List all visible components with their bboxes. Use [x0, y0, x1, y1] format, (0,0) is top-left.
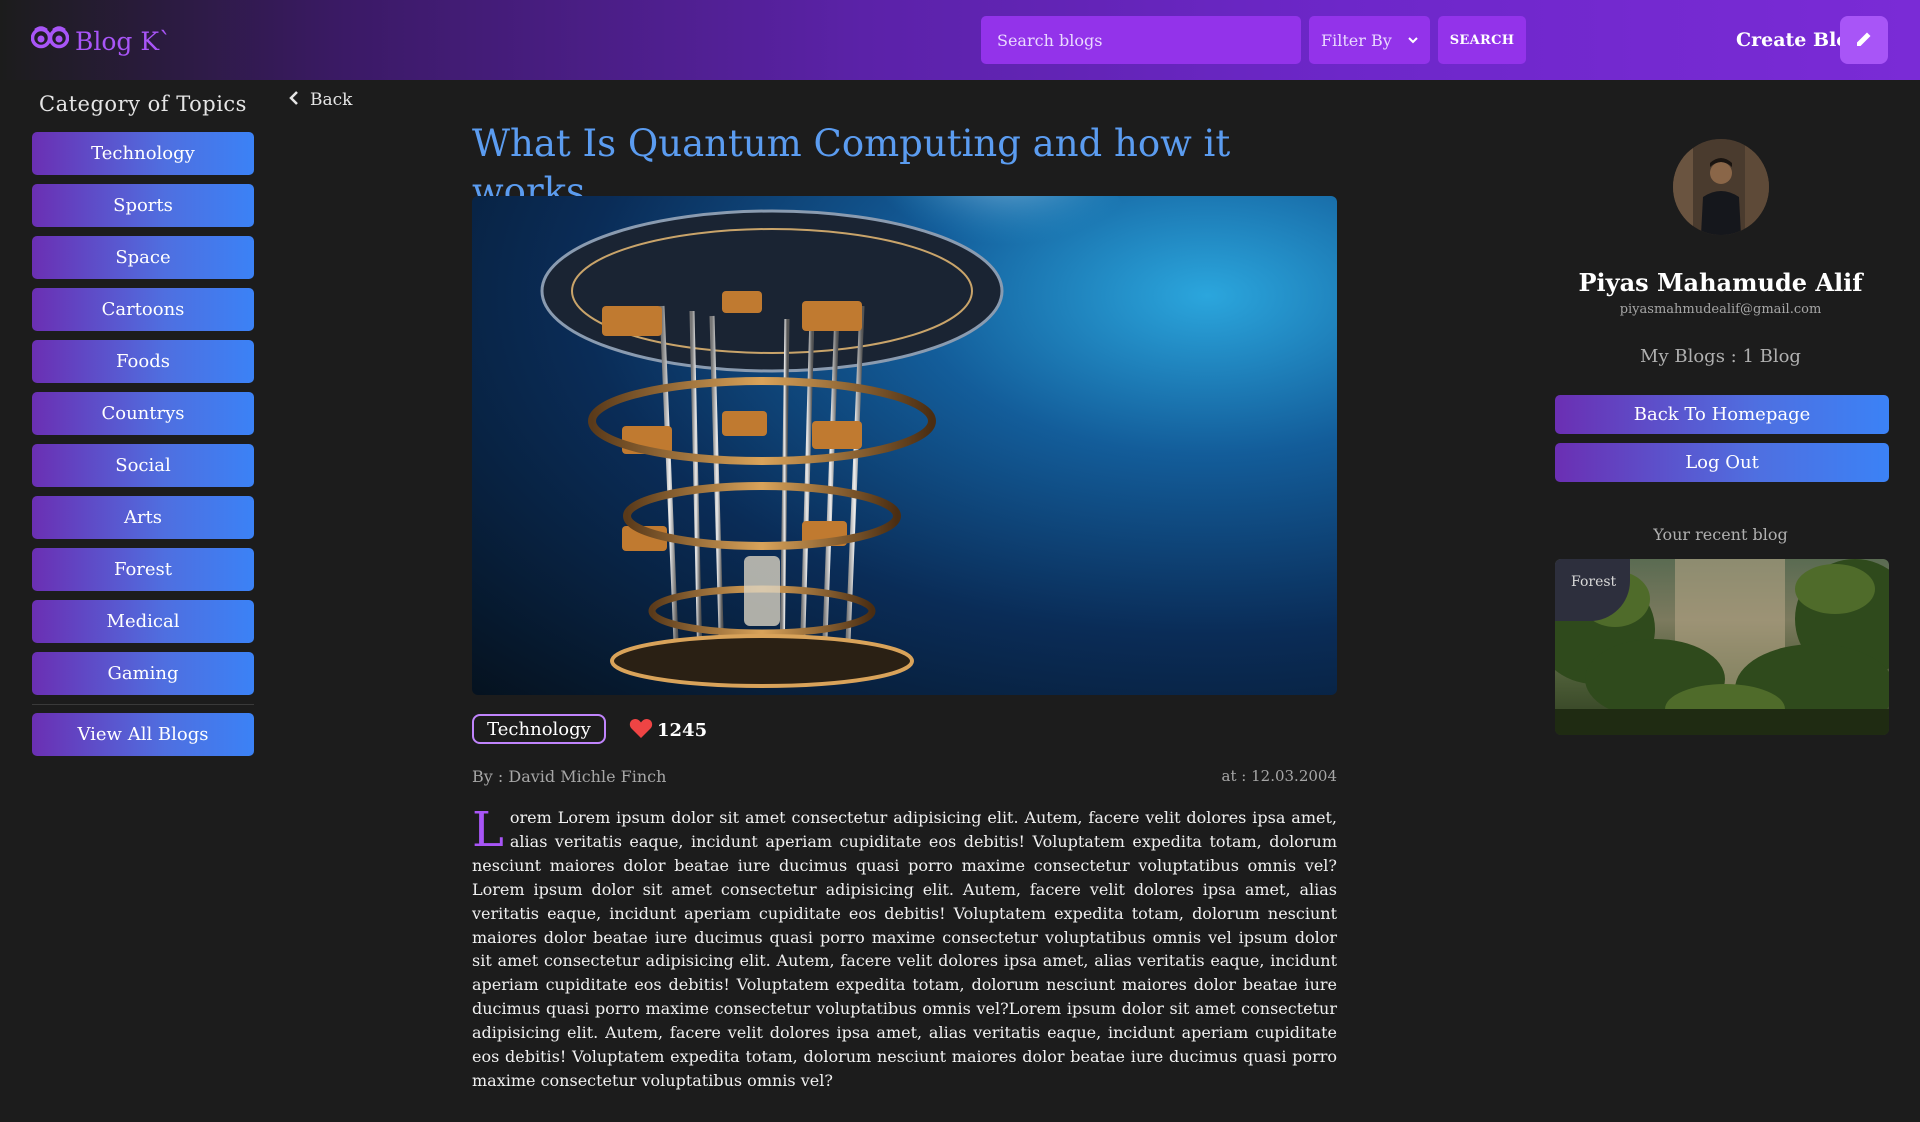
recent-blog-card[interactable]: Forest: [1555, 559, 1889, 735]
category-technology[interactable]: Technology: [32, 132, 254, 175]
search-input[interactable]: [981, 16, 1301, 64]
category-foods[interactable]: Foods: [32, 340, 254, 383]
category-sports[interactable]: Sports: [32, 184, 254, 227]
top-navbar: Blog K` Filter By SEARCH Create Blog: [0, 0, 1920, 80]
article-body: Lorem Lorem ipsum dolor sit amet consect…: [472, 806, 1337, 1093]
article-author: By : David Michle Finch: [472, 767, 667, 786]
profile-email: piyasmahmudealif@gmail.com: [1619, 302, 1822, 317]
avatar[interactable]: [1673, 139, 1769, 235]
category-social[interactable]: Social: [32, 444, 254, 487]
my-blogs-count: My Blogs : 1 Blog: [1640, 346, 1801, 367]
view-all-blogs-button[interactable]: View All Blogs: [32, 713, 254, 756]
category-list: Technology Sports Space Cartoons Foods C…: [32, 132, 254, 704]
logo-text: Blog K`: [75, 26, 172, 56]
back-to-homepage-button[interactable]: Back To Homepage: [1555, 395, 1889, 434]
profile-name: Piyas Mahamude Alif: [1578, 268, 1863, 297]
category-medical[interactable]: Medical: [32, 600, 254, 643]
likes-count: 1245: [657, 719, 708, 741]
filter-label: Filter By: [1321, 30, 1392, 50]
site-logo[interactable]: Blog K`: [30, 24, 172, 58]
category-gaming[interactable]: Gaming: [32, 652, 254, 695]
search-button[interactable]: SEARCH: [1438, 16, 1526, 64]
recent-blog-label: Your recent blog: [1653, 525, 1788, 544]
category-forest[interactable]: Forest: [32, 548, 254, 591]
chevron-down-icon: [1408, 33, 1418, 47]
filter-select[interactable]: Filter By: [1309, 16, 1430, 64]
article-hero-image: [472, 196, 1337, 695]
category-countrys[interactable]: Countrys: [32, 392, 254, 435]
category-title: Category of Topics: [39, 92, 247, 116]
drop-cap: L: [472, 802, 504, 858]
logout-button[interactable]: Log Out: [1555, 443, 1889, 482]
category-divider: [32, 704, 254, 705]
heart-icon: [629, 717, 653, 744]
article-body-text: orem Lorem ipsum dolor sit amet consecte…: [472, 808, 1337, 1090]
category-arts[interactable]: Arts: [32, 496, 254, 539]
chevron-left-icon: [288, 90, 300, 110]
category-space[interactable]: Space: [32, 236, 254, 279]
category-cartoons[interactable]: Cartoons: [32, 288, 254, 331]
owl-glasses-icon: [30, 25, 70, 57]
create-blog-button[interactable]: [1840, 16, 1888, 64]
article-date: at : 12.03.2004: [1221, 767, 1337, 785]
likes-counter[interactable]: 1245: [629, 716, 707, 744]
back-label: Back: [310, 90, 353, 110]
back-link[interactable]: Back: [288, 88, 352, 112]
article-tag[interactable]: Technology: [472, 714, 606, 744]
pencil-icon: [1855, 30, 1873, 51]
